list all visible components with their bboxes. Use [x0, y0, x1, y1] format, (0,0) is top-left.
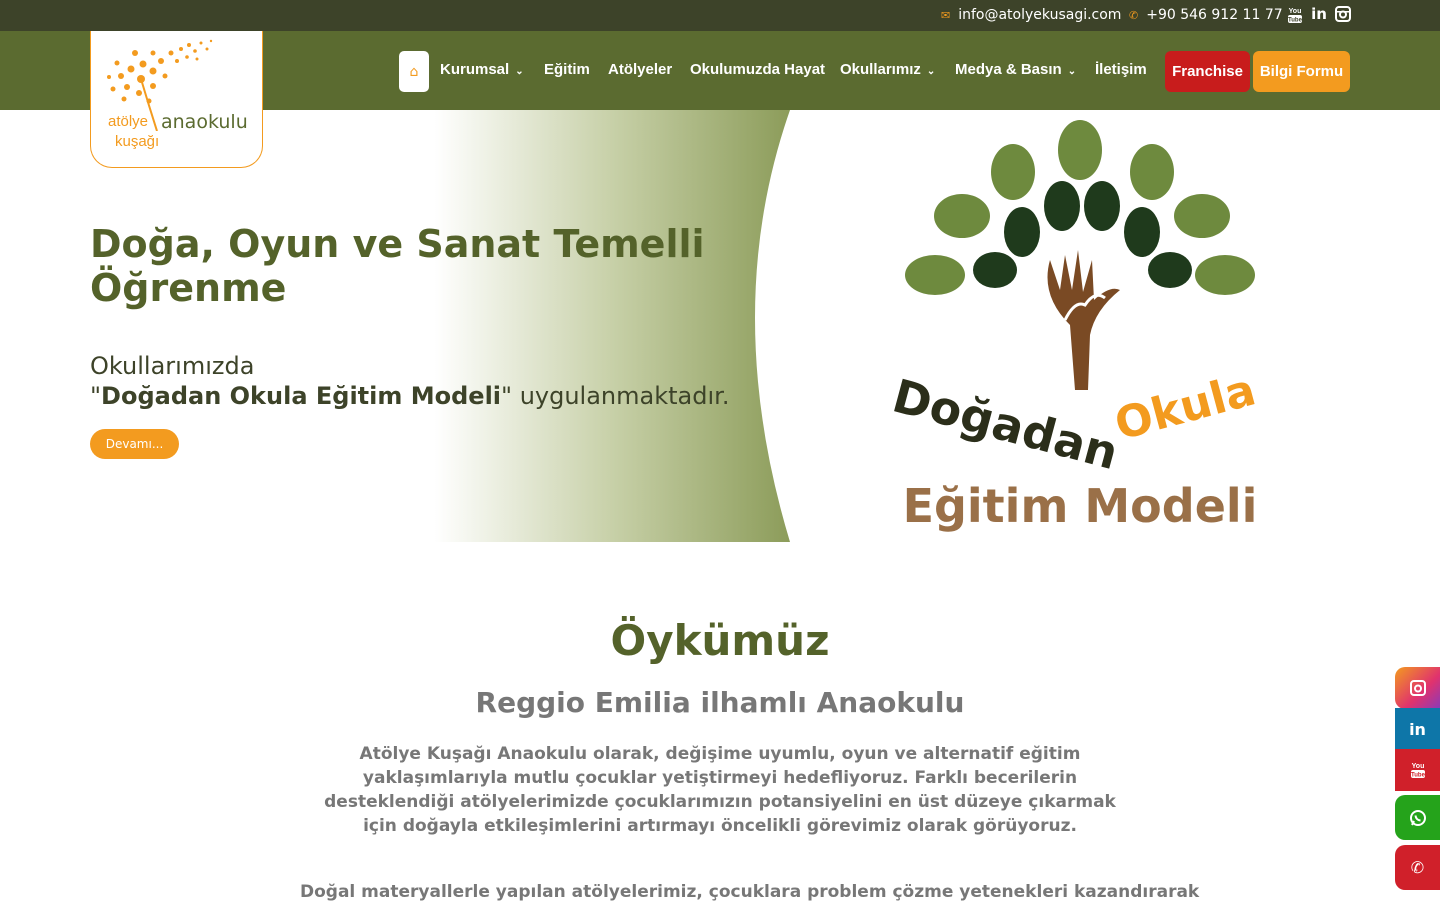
hero-quote-open: "	[90, 382, 102, 410]
nav-item-kurumsal[interactable]: Kurumsal ⌄	[440, 61, 524, 78]
nav-item-atolyeler[interactable]: Atölyeler	[608, 61, 672, 78]
nav-item-okulumuzda-hayat[interactable]: Okulumuzda Hayat	[690, 61, 825, 78]
logo-word-anaokulu: anaokulu	[161, 111, 248, 133]
instagram-icon[interactable]	[1335, 6, 1351, 22]
home-icon: ⌂	[409, 63, 419, 80]
nav-item-medya-basin[interactable]: Medya & Basın ⌄	[955, 61, 1076, 78]
dogadan-okula-logo-icon: Doğadan Okula Eğitim Modeli	[887, 120, 1261, 533]
linkedin-icon: in	[1409, 719, 1426, 739]
top-email-text[interactable]: info@atolyekusagi.com	[958, 7, 1121, 23]
chevron-down-icon: ⌄	[1067, 66, 1077, 77]
hero-subtitle-line2: "Doğadan Okula Eğitim Modeli" uygulanmak…	[90, 382, 729, 410]
side-linkedin-button[interactable]: in	[1395, 708, 1440, 750]
section-paragraph: Atölye Kuşağı Anaokulu olarak, değişime …	[324, 744, 1116, 836]
logo-text-egitim-modeli: Eğitim Modeli	[903, 479, 1258, 533]
section-paragraph-2: Doğal materyallerle yapılan atölyelerimi…	[300, 882, 1200, 902]
franchise-button[interactable]: Franchise	[1165, 51, 1250, 92]
whatsapp-icon	[1409, 809, 1426, 826]
logo-word-kusagi: kuşağı	[115, 133, 160, 150]
nav-item-iletisim-label: İletişim	[1095, 61, 1147, 78]
top-bar: ✉ info@atolyekusagi.com ✆ +90 546 912 11…	[0, 0, 1440, 31]
svg-text:You: You	[1289, 8, 1302, 15]
chevron-down-icon: ⌄	[926, 66, 936, 77]
envelope-icon: ✉	[941, 8, 951, 22]
nav-item-okullarimiz-label: Okullarımız	[840, 61, 921, 78]
youtube-icon[interactable]: You Tube	[1287, 6, 1303, 24]
logo-text-okula: Okula	[1110, 364, 1261, 450]
svg-text:You: You	[1411, 763, 1424, 770]
side-instagram-button[interactable]	[1395, 667, 1440, 709]
hero-subtitle-line1: Okullarımızda	[90, 352, 255, 380]
phone-icon: ✆	[1410, 858, 1425, 877]
hero-banner: Doğadan Okula Eğitim Modeli	[0, 110, 1440, 542]
hero-subtitle-rest: " uygulanmaktadır.	[501, 382, 730, 410]
top-phone[interactable]: ✆ +90 546 912 11 77	[1129, 7, 1283, 23]
svg-text:Tube: Tube	[1288, 18, 1303, 24]
side-youtube-button[interactable]: You Tube	[1395, 749, 1440, 791]
bilgi-formu-button[interactable]: Bilgi Formu	[1253, 51, 1350, 92]
section-title: Öykümüz	[610, 616, 830, 665]
side-call-button[interactable]: ✆	[1395, 845, 1440, 890]
top-phone-text[interactable]: +90 546 912 11 77	[1146, 7, 1282, 23]
logo-text-dogadan: Doğadan	[887, 368, 1124, 480]
youtube-icon: You Tube	[1410, 763, 1426, 779]
nav-item-atolyeler-label: Atölyeler	[608, 61, 673, 78]
nav-item-medya-basin-label: Medya & Basın	[955, 61, 1062, 78]
nav-item-okullarimiz[interactable]: Okullarımız ⌄	[840, 61, 935, 78]
site-logo[interactable]: atölye anaokulu kuşağı	[90, 31, 263, 168]
hero-subtitle-bold: Doğadan Okula Eğitim Modeli	[101, 382, 502, 410]
hero-title: Doğa, Oyun ve Sanat Temelli Öğrenme	[90, 222, 705, 310]
phone-icon: ✆	[1129, 8, 1139, 22]
nav-item-iletisim[interactable]: İletişim	[1095, 61, 1147, 78]
top-email[interactable]: ✉ info@atolyekusagi.com	[941, 7, 1121, 23]
linkedin-icon[interactable]: in	[1311, 6, 1327, 22]
hero-devami-button[interactable]: Devamı...	[90, 429, 179, 459]
svg-text:Tube: Tube	[1411, 773, 1426, 779]
chevron-down-icon: ⌄	[515, 66, 524, 77]
nav-item-egitim[interactable]: Eğitim	[544, 61, 590, 78]
instagram-icon	[1409, 680, 1426, 696]
side-whatsapp-button[interactable]	[1395, 795, 1440, 840]
nav-item-okulumuzda-hayat-label: Okulumuzda Hayat	[690, 61, 826, 78]
section-subtitle: Reggio Emilia ilhamlı Anaokulu	[475, 686, 965, 719]
logo-word-atolye: atölye	[108, 113, 149, 130]
nav-home-button[interactable]: ⌂	[399, 51, 429, 92]
nav-item-kurumsal-label: Kurumsal	[440, 61, 510, 78]
nav-item-egitim-label: Eğitim	[544, 61, 590, 78]
